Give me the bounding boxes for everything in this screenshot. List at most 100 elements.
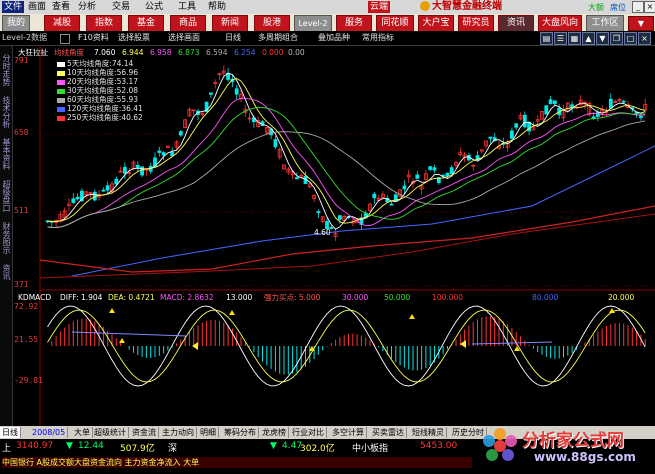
tab-capital-flow[interactable]: 资金流	[130, 427, 159, 438]
legend-ma5: 5天均线角度:74.14	[57, 59, 143, 68]
toolbar-fund-button[interactable]: 基金	[128, 15, 164, 32]
window-down-icon[interactable]: ▼	[596, 32, 609, 45]
window-close-icon[interactable]: ×	[638, 32, 651, 45]
menu-look[interactable]: 查看	[52, 1, 70, 13]
left-tab-technical[interactable]: 技术分析	[1, 96, 11, 128]
menu-help[interactable]: 帮助	[208, 1, 226, 13]
toolbar-market-direction-button[interactable]: 大盘风向	[538, 15, 582, 32]
candle-body	[389, 203, 394, 206]
toolbar-my-button[interactable]: 我的	[2, 15, 30, 32]
tab-chips[interactable]: 筹码分布	[222, 427, 259, 438]
macd-axis-low: -29.81	[14, 376, 43, 385]
menu-view[interactable]: 画面	[28, 1, 46, 13]
toolbar-researcher-button[interactable]: 研究员	[458, 15, 494, 32]
macd-trend-line	[71, 331, 188, 337]
window-list-icon[interactable]: ☰	[554, 32, 567, 45]
candle-body	[105, 185, 110, 191]
menu-file[interactable]: 文件	[2, 1, 25, 13]
checkbox-icon[interactable]	[60, 34, 70, 44]
legend-ma120: 120天均线角度:36.41	[57, 104, 143, 113]
legend-value: 53.17	[116, 77, 139, 86]
macd-name: KDMACD	[18, 293, 52, 302]
cloud-tag[interactable]: 云端	[368, 1, 391, 13]
candle-body	[449, 167, 454, 175]
toolbar-level2-button[interactable]: Level-2	[294, 15, 332, 32]
tab-main-force[interactable]: 主力动向	[160, 427, 197, 438]
toolbar-service-button[interactable]: 服务	[336, 15, 372, 32]
tool-select-stock[interactable]: 选择股票	[118, 32, 150, 44]
toolbar-commodity-button[interactable]: 商品	[170, 15, 206, 32]
window-grid-icon[interactable]: ▦	[568, 32, 581, 45]
candle-body	[548, 99, 553, 105]
legend-value: 55.93	[116, 95, 139, 104]
tab-detail[interactable]: 明细	[198, 427, 219, 438]
menu-formula[interactable]: 公式	[145, 1, 163, 13]
indicator-value-3: 6.958	[150, 48, 172, 57]
tab-long-short[interactable]: 多空计算	[330, 427, 367, 438]
tab-radar[interactable]: 买卖雷达	[370, 427, 407, 438]
left-tab-basic-info[interactable]: 基本资料	[1, 138, 11, 170]
toolbar-dahubao-button[interactable]: 大户宝	[418, 15, 454, 32]
price-axis-high: 791	[14, 56, 29, 65]
legend-label: 20天均线角度:	[67, 77, 117, 86]
menu-right-item-1[interactable]: 大额	[588, 2, 604, 13]
tool-multi-period[interactable]: 多周期组合	[258, 32, 298, 44]
menu-analysis[interactable]: 分析	[78, 1, 96, 13]
macd-param-6: 20.000	[608, 293, 635, 302]
candle-body	[372, 193, 377, 199]
market-label: 中小板指	[352, 444, 389, 454]
dropdown-arrow-icon[interactable]: ▼	[628, 16, 654, 31]
tab-industry[interactable]: 行业对比	[290, 427, 327, 438]
left-tab-news[interactable]: 资讯	[1, 264, 11, 280]
watermark-title: 分析家公式网	[522, 431, 624, 451]
toolbar-hk-button[interactable]: 股港	[254, 15, 290, 32]
tool-common-indicators[interactable]: 常用指标	[362, 32, 394, 44]
close-icon[interactable]: ×	[644, 1, 655, 13]
tab-sprite[interactable]: 短线精灵	[410, 427, 447, 438]
macd-param-4: 100.000	[432, 293, 464, 302]
minimize-icon[interactable]: _	[632, 1, 644, 13]
candle-body	[445, 172, 450, 177]
indicator-value-4: 6.873	[178, 48, 200, 57]
toolbar-stock-button[interactable]: 减股	[44, 15, 80, 32]
tool-daily[interactable]: 日线	[225, 32, 241, 44]
left-tab-super-panel[interactable]: 超级盘口	[1, 180, 11, 212]
indicator-value-5: 6.594	[206, 48, 228, 57]
tool-overlay[interactable]: 叠加品种	[318, 32, 350, 44]
index1-value: 3140.97	[16, 441, 54, 451]
toolbar-ths-button[interactable]: 同花顺	[376, 15, 414, 32]
legend-ma30: 30天均线角度:52.08	[57, 86, 143, 95]
tab-lhb[interactable]: 龙虎榜	[260, 427, 289, 438]
candle-body	[135, 164, 140, 168]
left-tab-finance[interactable]: 财务图示	[1, 222, 11, 254]
window-up-icon[interactable]: ▲	[582, 32, 595, 45]
kline-chart-area[interactable]: 大狂拉扯 均线角度 7.060 6.944 6.958 6.873 6.594 …	[12, 46, 655, 426]
date-range-tab[interactable]: 2008/05	[30, 427, 69, 438]
account-label[interactable]: Level-2数据	[2, 32, 47, 44]
candle-body	[639, 115, 643, 119]
legend-label: 250天均线角度:	[67, 113, 122, 122]
tab-big-order[interactable]: 大单	[72, 427, 93, 438]
toolbar-news-button[interactable]: 新闻	[212, 15, 248, 32]
toolbar-index-button[interactable]: 指数	[86, 15, 122, 32]
period-tab[interactable]: 日线	[0, 427, 21, 438]
tab-super-stat[interactable]: 超级统计	[92, 427, 129, 438]
window-max-icon[interactable]: □	[624, 32, 637, 45]
tool-f10[interactable]: F10资料	[78, 32, 109, 44]
news-ticker[interactable]: 中国银行 A股成交额大盘资金流向 主力资金净流入 大单	[2, 457, 472, 468]
price-axis-low: 371	[14, 280, 29, 289]
ma-legend: 5天均线角度:74.14 10天均线角度:56.96 20天均线角度:53.17…	[57, 59, 143, 122]
macd-param-2: 30.000	[342, 293, 369, 302]
menu-tools[interactable]: 工具	[178, 1, 196, 13]
legend-swatch	[57, 61, 65, 67]
window-restore-icon[interactable]: ❐	[610, 32, 623, 45]
window-tile-icon[interactable]: ▤	[540, 32, 553, 45]
toolbar-workspace-button[interactable]: 工作区	[586, 15, 624, 32]
menu-trade[interactable]: 交易	[112, 1, 130, 13]
left-tab-intraday[interactable]: 分时走势	[1, 54, 11, 86]
tool-select-screen[interactable]: 选择画面	[168, 32, 200, 44]
legend-swatch	[57, 70, 65, 76]
toolbar-info-button[interactable]: 资讯	[498, 15, 534, 32]
menu-right-item-2[interactable]: 席位	[610, 2, 626, 13]
indicator-value-7: 0.000	[262, 48, 284, 57]
